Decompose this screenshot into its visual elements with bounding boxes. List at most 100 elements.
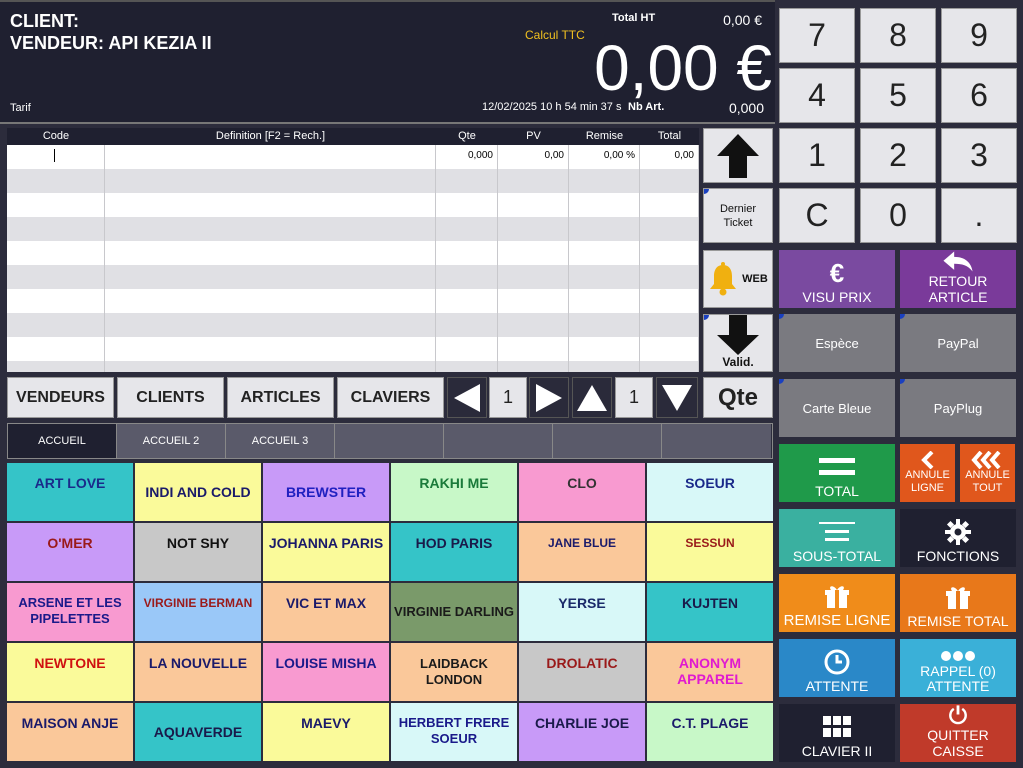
total-button[interactable]: TOTAL bbox=[779, 444, 895, 502]
table-row[interactable] bbox=[7, 193, 699, 217]
dernier-ticket-button[interactable]: Dernier Ticket bbox=[703, 188, 773, 243]
article-button[interactable]: NEWTONE bbox=[7, 643, 133, 701]
vendeurs-button[interactable]: VENDEURS bbox=[7, 377, 114, 418]
code-input[interactable] bbox=[7, 145, 105, 169]
col-code: Code bbox=[42, 130, 70, 142]
visu-prix-button[interactable]: € VISU PRIX bbox=[779, 250, 895, 308]
tab-accueil-5[interactable] bbox=[444, 424, 553, 458]
header-divider bbox=[0, 122, 775, 124]
numpad-key[interactable]: 1 bbox=[779, 128, 855, 183]
article-button[interactable]: MAEVY bbox=[263, 703, 389, 761]
tab-accueil-2[interactable]: ACCUEIL 2 bbox=[117, 424, 226, 458]
sous-total-button[interactable]: SOUS-TOTAL bbox=[779, 509, 895, 567]
numpad-key[interactable]: 4 bbox=[779, 68, 855, 123]
article-button[interactable]: HERBERT FRERE SOEUR bbox=[391, 703, 517, 761]
attente-button[interactable]: ATTENTE bbox=[779, 639, 895, 697]
page-down-button[interactable] bbox=[656, 377, 698, 418]
annule-tout-button[interactable]: ANNULE TOUT bbox=[960, 444, 1015, 502]
page-next-button[interactable] bbox=[529, 377, 569, 418]
tab-accueil-3[interactable]: ACCUEIL 3 bbox=[226, 424, 335, 458]
valid-button[interactable]: Valid. bbox=[703, 314, 773, 372]
fonctions-button[interactable]: FONCTIONS bbox=[900, 509, 1016, 567]
remise-ligne-button[interactable]: REMISE LIGNE bbox=[779, 574, 895, 632]
article-button[interactable]: MAISON ANJE bbox=[7, 703, 133, 761]
articles-button[interactable]: ARTICLES bbox=[227, 377, 334, 418]
article-button[interactable]: VIRGINIE DARLING bbox=[391, 583, 517, 641]
table-cell bbox=[569, 241, 640, 265]
table-row[interactable] bbox=[7, 217, 699, 241]
article-button[interactable]: SESSUN bbox=[647, 523, 773, 581]
quitter-caisse-button[interactable]: QUITTER CAISSE bbox=[900, 704, 1016, 762]
qte-button[interactable]: Qte bbox=[703, 377, 773, 418]
rappel-attente-button[interactable]: RAPPEL (0) ATTENTE bbox=[900, 639, 1016, 697]
table-row[interactable]: 0,000 0,00 0,00 % 0,00 bbox=[7, 145, 699, 169]
table-row[interactable] bbox=[7, 265, 699, 289]
article-button[interactable]: JANE BLUE bbox=[519, 523, 645, 581]
table-cell bbox=[498, 361, 569, 372]
article-button[interactable]: HOD PARIS bbox=[391, 523, 517, 581]
tab-accueil-6[interactable] bbox=[553, 424, 662, 458]
article-button[interactable]: O'MER bbox=[7, 523, 133, 581]
numpad-key[interactable]: 7 bbox=[779, 8, 855, 63]
article-button[interactable]: YERSE bbox=[519, 583, 645, 641]
article-button[interactable]: NOT SHY bbox=[135, 523, 261, 581]
numpad-key[interactable]: C bbox=[779, 188, 855, 243]
numpad-key[interactable]: 2 bbox=[860, 128, 936, 183]
tab-accueil-4[interactable] bbox=[335, 424, 444, 458]
article-button[interactable]: VIC ET MAX bbox=[263, 583, 389, 641]
payplug-button[interactable]: PayPlug bbox=[900, 379, 1016, 437]
dots-icon bbox=[941, 651, 975, 661]
tab-accueil-1[interactable]: ACCUEIL bbox=[8, 424, 117, 458]
numpad-key[interactable]: 9 bbox=[941, 8, 1017, 63]
table-row[interactable] bbox=[7, 169, 699, 193]
page-up-button[interactable] bbox=[572, 377, 612, 418]
numpad-key[interactable]: 3 bbox=[941, 128, 1017, 183]
table-row[interactable] bbox=[7, 361, 699, 372]
carte-bleue-button[interactable]: Carte Bleue bbox=[779, 379, 895, 437]
scroll-up-button[interactable] bbox=[703, 128, 773, 183]
article-button[interactable]: C.T. PLAGE bbox=[647, 703, 773, 761]
article-button[interactable]: DROLATIC bbox=[519, 643, 645, 701]
table-row[interactable] bbox=[7, 337, 699, 361]
article-button[interactable]: ARSENE ET LES PIPELETTES bbox=[7, 583, 133, 641]
clients-button[interactable]: CLIENTS bbox=[117, 377, 224, 418]
article-button[interactable]: RAKHI ME bbox=[391, 463, 517, 521]
article-button[interactable]: LOUISE MISHA bbox=[263, 643, 389, 701]
numpad-key[interactable]: 0 bbox=[860, 188, 936, 243]
article-button[interactable]: ART LOVE bbox=[7, 463, 133, 521]
table-row[interactable] bbox=[7, 313, 699, 337]
table-cell bbox=[498, 193, 569, 217]
clavier-ii-button[interactable]: CLAVIER II bbox=[779, 704, 895, 762]
article-button[interactable]: INDI AND COLD bbox=[135, 463, 261, 521]
annule-ligne-button[interactable]: ANNULE LIGNE bbox=[900, 444, 955, 502]
numpad-key[interactable]: 8 bbox=[860, 8, 936, 63]
article-button[interactable]: VIRGINIE BERMAN bbox=[135, 583, 261, 641]
numpad-key[interactable]: . bbox=[941, 188, 1017, 243]
espece-button[interactable]: Espèce bbox=[779, 314, 895, 372]
article-button[interactable]: LAIDBACK LONDON bbox=[391, 643, 517, 701]
article-button[interactable]: BREWSTER bbox=[263, 463, 389, 521]
table-cell bbox=[640, 289, 699, 313]
numpad-key[interactable]: 5 bbox=[860, 68, 936, 123]
article-button[interactable]: SOEUR bbox=[647, 463, 773, 521]
definition-cell[interactable] bbox=[105, 145, 436, 169]
article-button[interactable]: CLO bbox=[519, 463, 645, 521]
page-prev-button[interactable] bbox=[447, 377, 487, 418]
article-button[interactable]: CHARLIE JOE bbox=[519, 703, 645, 761]
remise-total-button[interactable]: REMISE TOTAL bbox=[900, 574, 1016, 632]
ticket-table[interactable]: Code Definition [F2 = Rech.] Qte PV Remi… bbox=[7, 128, 699, 372]
table-row[interactable] bbox=[7, 289, 699, 313]
table-row[interactable] bbox=[7, 241, 699, 265]
article-button[interactable]: AQUAVERDE bbox=[135, 703, 261, 761]
tab-accueil-7[interactable] bbox=[662, 424, 771, 458]
paypal-button[interactable]: PayPal bbox=[900, 314, 1016, 372]
numpad-key[interactable]: 6 bbox=[941, 68, 1017, 123]
article-button[interactable]: KUJTEN bbox=[647, 583, 773, 641]
article-button[interactable]: LA NOUVELLE bbox=[135, 643, 261, 701]
web-button[interactable]: WEB bbox=[703, 250, 773, 308]
article-button[interactable]: ANONYM APPAREL bbox=[647, 643, 773, 701]
table-cell bbox=[498, 217, 569, 241]
claviers-button[interactable]: CLAVIERS bbox=[337, 377, 444, 418]
retour-article-button[interactable]: RETOUR ARTICLE bbox=[900, 250, 1016, 308]
article-button[interactable]: JOHANNA PARIS bbox=[263, 523, 389, 581]
